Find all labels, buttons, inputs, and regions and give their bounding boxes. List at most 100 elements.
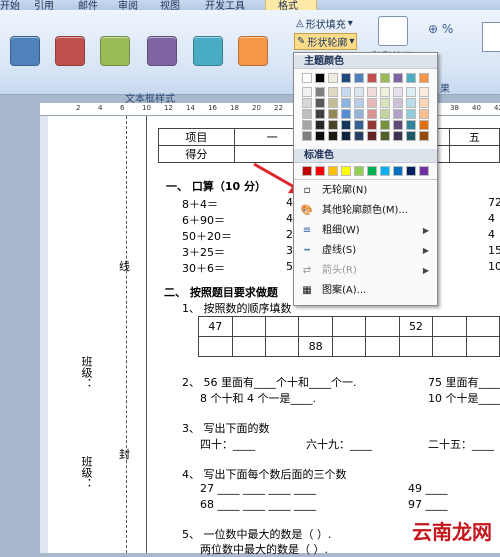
question-2d: 10 个十是______ (428, 392, 500, 405)
style-swatch-5[interactable] (193, 36, 223, 66)
menu-item-label: 粗细(W) (322, 225, 360, 236)
oral-item-right: 15 (488, 244, 500, 257)
standard-color-cell[interactable] (354, 166, 364, 176)
question-4d: 97 ____ (408, 498, 448, 511)
style-swatch-6[interactable] (238, 36, 268, 66)
shape-outline-label: 形状轮廓 (307, 38, 348, 49)
menu-item-label: 虚线(S) (322, 245, 357, 256)
style-swatch-3[interactable] (100, 36, 130, 66)
shape-fill-label: 形状填充 (305, 20, 346, 31)
ruler-mark: 20 (252, 104, 261, 112)
menu-divider (294, 179, 437, 180)
grid-cell (398, 336, 434, 357)
menu-item[interactable]: 🎨 其他轮廓颜色(M)... (294, 201, 437, 221)
question-2a: 2、 56 里面有____个十和____个一. (182, 376, 357, 389)
shape-fill-button[interactable]: ◬ 形状填充 ▾ (296, 16, 353, 31)
ruler-mark: 10 (142, 104, 151, 112)
menu-item[interactable]: ≡ 粗细(W) ▶ (294, 221, 437, 241)
ruler-mark: 40 (472, 104, 481, 112)
ruler-mark: 38 (450, 104, 459, 112)
menu-item[interactable]: ⇄ 箭头(R) ▶ (294, 261, 437, 281)
shape-outline-dropdown: 主题颜色 标准色 ▫ 无轮廓(N) 🎨 其他轮廓颜色(M)... ≡ 粗细(W) ▶ ┅ 虚线(… (293, 52, 438, 306)
standard-color-cell[interactable] (302, 166, 312, 176)
question-2b: 8 个十和 4 个一是____. (200, 392, 316, 405)
standard-color-cell[interactable] (328, 166, 338, 176)
menu-item[interactable]: ▦ 图案(A)... (294, 281, 437, 301)
grid-cell (331, 336, 367, 357)
standard-color-cell[interactable] (419, 166, 429, 176)
ruler-mark: 6 (120, 104, 125, 112)
style-swatch-2[interactable] (55, 36, 85, 66)
standard-color-cell[interactable] (315, 166, 325, 176)
grid-cell (264, 316, 300, 337)
grid-cell (432, 316, 467, 337)
grid-cell: 88 (298, 336, 333, 357)
oral-item-mid: 4 (286, 212, 293, 225)
standard-color-cell[interactable] (341, 166, 351, 176)
palette-icon: 🎨 (300, 205, 314, 216)
watermark: 云南龙网 (410, 516, 494, 545)
grid-cell: 52 (398, 316, 434, 337)
question-1: 1、 按照数的顺序填数 (182, 302, 292, 315)
grid-cell (365, 316, 400, 337)
oral-item-mid: 5 (286, 260, 293, 273)
oral-item: 6＋90＝ (182, 214, 225, 227)
standard-color-cell[interactable] (406, 166, 416, 176)
shape-outline-button[interactable]: ✎ 形状轮廓 ▾ (294, 33, 358, 50)
shadow-nudge-icon[interactable]: ⊕ % (428, 22, 453, 36)
menu-items: ▫ 无轮廓(N) 🎨 其他轮廓颜色(M)... ≡ 粗细(W) ▶ ┅ 虚线(S) ▶ ⇄ 箭头(R)… (294, 181, 437, 303)
grid-cell (231, 336, 266, 357)
menu-item-label: 图案(A)... (322, 285, 367, 296)
question-3a: 四十：____ (200, 438, 255, 451)
submenu-arrow-icon: ▶ (422, 246, 429, 255)
question-4: 4、 写出下面每个数后面的三个数 (182, 468, 347, 481)
menu-item[interactable]: ┅ 虚线(S) ▶ (294, 241, 437, 261)
ruler-mark: 12 (164, 104, 173, 112)
grid-cell (331, 316, 367, 337)
shadow-effect-button[interactable] (378, 16, 408, 46)
number-grid: 47 52 88 (198, 316, 500, 357)
standard-color-cell[interactable] (393, 166, 403, 176)
ruler-mark: 42 (494, 104, 500, 112)
question-2c: 75 里面有______ (428, 376, 500, 389)
ruler-mark: 14 (186, 104, 195, 112)
menu-item[interactable]: ▫ 无轮廓(N) (294, 181, 437, 201)
section-2-title: 二、 按照题目要求做题 (164, 286, 278, 299)
side-label-class-2: 班级： (80, 456, 93, 489)
side-label-line: 线 (119, 260, 130, 273)
question-3b: 六十九：____ (306, 438, 372, 451)
grid-cell (432, 336, 467, 357)
side-label-class: 班级： (80, 356, 93, 389)
submenu-arrow-icon: ▶ (422, 226, 429, 235)
side-label-seal: 封 (119, 448, 130, 461)
style-swatch-4[interactable] (147, 36, 177, 66)
menu-item-label: 箭头(R) (322, 265, 357, 276)
pen-icon: ✎ (297, 36, 306, 47)
3d-effect-button[interactable] (482, 22, 500, 52)
ruler-mark: 2 (76, 104, 81, 112)
standard-color-cell[interactable] (380, 166, 390, 176)
oral-item-right: 4 (488, 228, 495, 241)
submenu-arrow-icon: ▶ (422, 266, 429, 275)
menu-item-label: 无轮廓(N) (322, 185, 368, 196)
standard-color-row (294, 53, 437, 183)
paint-bucket-icon: ◬ (296, 18, 304, 29)
grid-cell (465, 336, 500, 357)
oral-item-right: 10 (488, 260, 500, 273)
grid-cell (264, 336, 300, 357)
dash-icon: ┅ (303, 245, 311, 256)
grid-cell: 47 (198, 316, 233, 337)
table-cell (448, 145, 500, 163)
pattern-icon: ▦ (302, 285, 312, 296)
ruler-mark: 22 (274, 104, 283, 112)
question-5b: 两位数中最大的数是（ ）. (200, 543, 328, 556)
grid-cell (231, 316, 266, 337)
ribbon-group-label-right: 果 (440, 84, 450, 95)
vertical-ruler[interactable] (40, 116, 48, 553)
oral-item-mid: 3 (286, 244, 293, 257)
ruler-mark: 4 (98, 104, 103, 112)
style-swatch-1[interactable] (10, 36, 40, 66)
text-box-border (146, 116, 147, 553)
standard-color-cell[interactable] (367, 166, 377, 176)
question-3: 3、 写出下面的数 (182, 422, 270, 435)
